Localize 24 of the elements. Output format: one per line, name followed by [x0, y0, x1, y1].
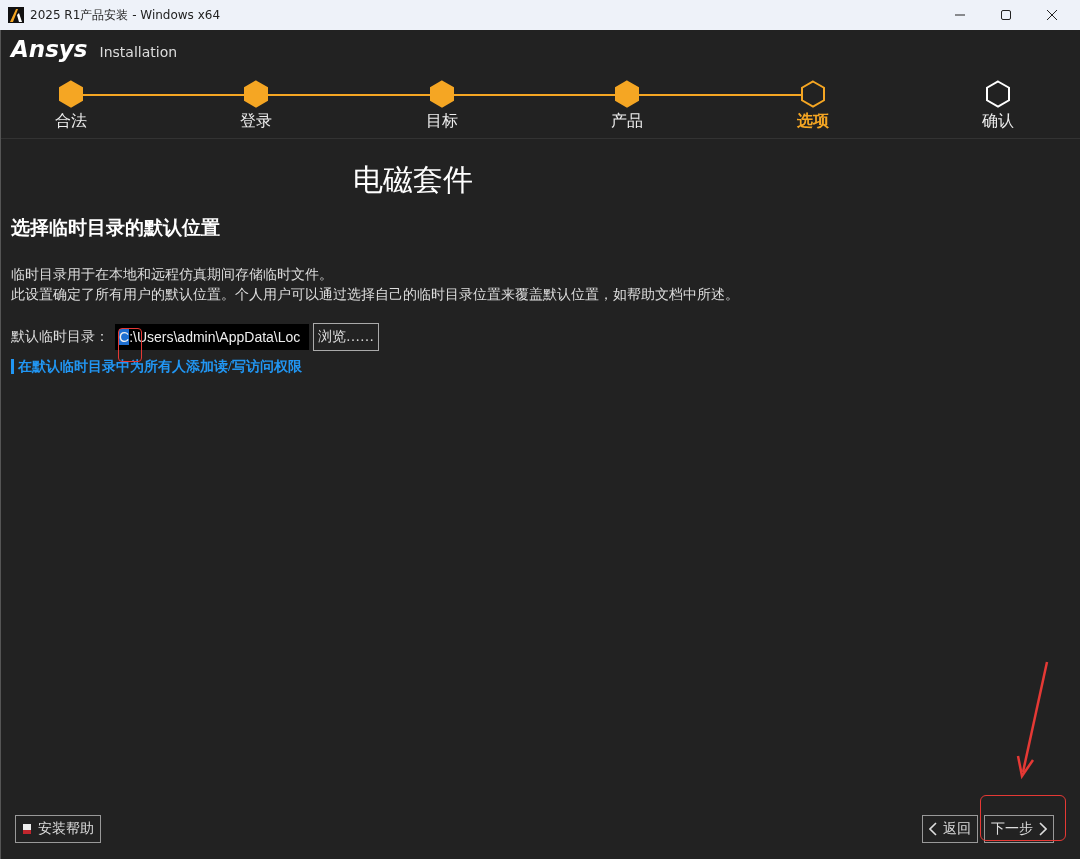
maximize-icon[interactable] [1000, 9, 1012, 21]
description-text: 此设置确定了所有用户的默认位置。个人用户可以通过选择自己的临时目录位置来覆盖默认位置，如帮助文档中所述。 [11, 286, 740, 304]
step-label: 选项 [796, 111, 829, 132]
section-heading: 选择临时目录的默认位置 [11, 216, 221, 240]
ansys-logo: Ansys [11, 36, 88, 62]
chevron-right-icon [1039, 822, 1047, 836]
step-label: 产品 [611, 111, 644, 132]
back-button[interactable]: 返回 [922, 815, 978, 843]
description-text: 临时目录用于在本地和远程仿真期间存储临时文件。 [11, 266, 334, 284]
document-icon [22, 824, 32, 834]
next-button[interactable]: 下一步 [984, 815, 1054, 843]
chevron-left-icon [929, 822, 937, 836]
close-icon[interactable] [1046, 9, 1058, 21]
browse-button[interactable]: 浏览…… [313, 323, 379, 351]
suite-title: 电磁套件 [353, 161, 474, 199]
app-logo-icon [8, 7, 24, 23]
brand-subtitle: Installation [99, 44, 178, 60]
step-label: 确认 [981, 111, 1014, 132]
temp-dir-label: 默认临时目录： [11, 328, 109, 346]
step-label: 目标 [425, 111, 458, 132]
window-title: 2025 R1产品安装 - Windows x64 [30, 6, 221, 24]
step-label: 登录 [240, 111, 273, 132]
step-label: 合法 [55, 111, 87, 132]
install-help-button[interactable]: 安装帮助 [15, 815, 101, 843]
